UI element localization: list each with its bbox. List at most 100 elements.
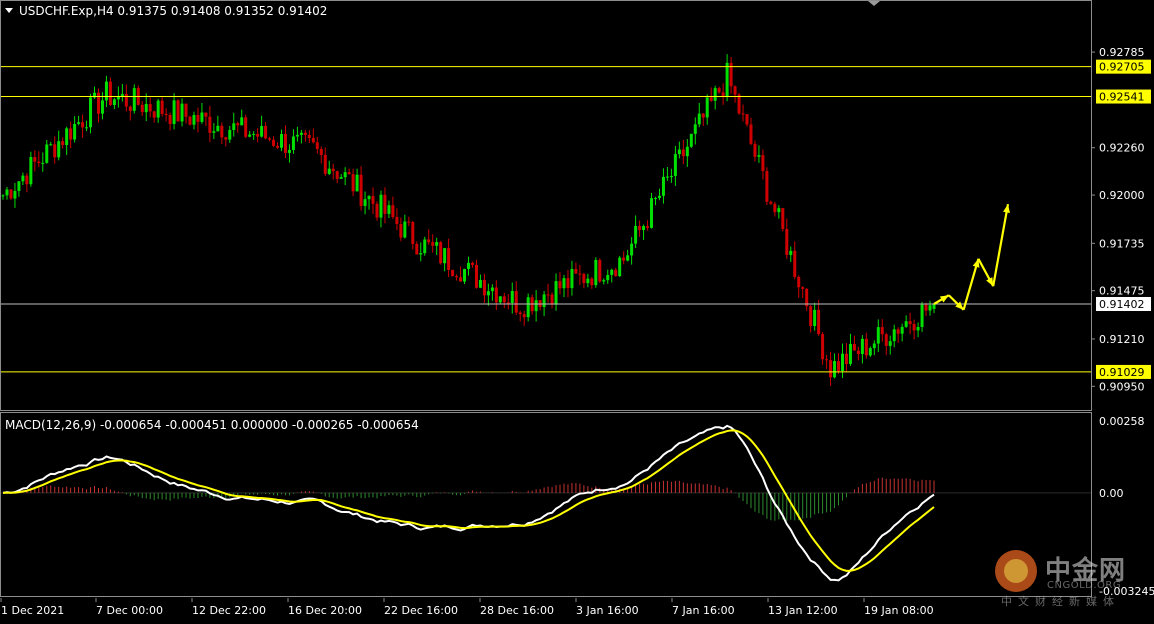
candle-body bbox=[653, 198, 657, 200]
candle-body bbox=[669, 175, 673, 177]
chart-menu-triangle-icon[interactable] bbox=[5, 8, 13, 13]
candle-body bbox=[363, 199, 367, 206]
candle-body bbox=[100, 100, 104, 114]
candle-body bbox=[283, 134, 287, 153]
price-tick-label: 0.91210 bbox=[1099, 333, 1145, 346]
candle-body bbox=[379, 194, 383, 218]
macd-tick-label: -0.003245 bbox=[1099, 585, 1154, 598]
candle-body bbox=[112, 99, 116, 106]
chart-root[interactable]: 0.92705 0.92541 0.91029 0.91402 0.92785 0.92… bbox=[0, 0, 1154, 620]
time-tick-label: 19 Jan 08:00 bbox=[864, 604, 934, 617]
candle-body bbox=[291, 136, 295, 150]
candle-body bbox=[49, 144, 53, 146]
candle-body bbox=[590, 278, 594, 286]
candle-body bbox=[89, 97, 93, 128]
candle-body bbox=[371, 196, 375, 204]
forecast-segment bbox=[992, 203, 1010, 287]
candle-body bbox=[769, 201, 773, 204]
candle-body bbox=[33, 157, 37, 162]
candle-body bbox=[518, 312, 522, 315]
chart-canvas[interactable]: 0.92705 0.92541 0.91029 0.91402 0.92785 0.92… bbox=[0, 0, 1154, 620]
candle-body bbox=[264, 126, 268, 139]
level-price-label: 0.91029 bbox=[1099, 366, 1145, 379]
candle-body bbox=[586, 278, 590, 284]
candle-body bbox=[896, 329, 900, 334]
time-tick-label: 7 Jan 16:00 bbox=[672, 604, 735, 617]
candle-body bbox=[490, 287, 494, 292]
candle-body bbox=[37, 161, 41, 163]
candle-body bbox=[272, 139, 276, 146]
candle-body bbox=[347, 172, 351, 175]
candle-body bbox=[77, 122, 81, 124]
candle-body bbox=[829, 360, 833, 378]
candle-body bbox=[578, 273, 582, 275]
candle-body bbox=[164, 113, 168, 116]
candle-body bbox=[439, 242, 443, 264]
candle-body bbox=[303, 132, 307, 135]
candle-body bbox=[395, 217, 399, 224]
candle-body bbox=[642, 226, 646, 230]
candle-body bbox=[785, 228, 789, 255]
candle-body bbox=[168, 115, 172, 124]
candle-body bbox=[81, 122, 85, 128]
candle-body bbox=[85, 127, 89, 129]
candle-body bbox=[610, 269, 614, 275]
candle-body bbox=[204, 112, 208, 117]
candle-body bbox=[598, 259, 602, 282]
time-tick-label: 28 Dec 16:00 bbox=[480, 604, 554, 617]
macd-header: MACD(12,26,9) -0.000654 -0.000451 0.0000… bbox=[5, 418, 419, 432]
candle-body bbox=[924, 304, 928, 311]
candle-body bbox=[411, 222, 415, 244]
candle-body bbox=[498, 296, 502, 303]
candle-body bbox=[681, 149, 685, 157]
candle-body bbox=[73, 123, 77, 140]
candle-body bbox=[745, 114, 749, 125]
candle-body bbox=[570, 269, 574, 289]
candle-body bbox=[626, 255, 630, 261]
candle-body bbox=[180, 103, 184, 122]
candle-body bbox=[713, 88, 717, 101]
candle-body bbox=[876, 327, 880, 344]
candle-body bbox=[864, 338, 868, 356]
candle-body bbox=[817, 309, 821, 335]
candle-body bbox=[9, 189, 13, 199]
time-tick-label: 16 Dec 20:00 bbox=[288, 604, 362, 617]
candle-body bbox=[17, 181, 21, 191]
candle-body bbox=[13, 190, 17, 199]
candle-body bbox=[200, 112, 204, 122]
candle-body bbox=[486, 291, 490, 296]
current-price-label: 0.91402 bbox=[1099, 298, 1145, 311]
candle-body bbox=[506, 302, 510, 304]
time-tick-label: 12 Dec 22:00 bbox=[192, 604, 266, 617]
candle-body bbox=[705, 97, 709, 118]
candle-body bbox=[721, 92, 725, 97]
candle-body bbox=[299, 132, 303, 135]
candle-body bbox=[343, 172, 347, 178]
candle-body bbox=[634, 225, 638, 244]
candle-body bbox=[236, 123, 240, 126]
candle-body bbox=[848, 343, 852, 364]
candle-body bbox=[928, 305, 932, 311]
candle-body bbox=[665, 176, 669, 178]
candle-body bbox=[188, 116, 192, 125]
candle-body bbox=[574, 269, 578, 274]
candle-body bbox=[717, 88, 721, 93]
candle-body bbox=[650, 198, 654, 228]
candle-body bbox=[840, 353, 844, 371]
candle-body bbox=[391, 205, 395, 218]
candle-body bbox=[689, 133, 693, 147]
candle-body bbox=[240, 117, 244, 126]
candle-body bbox=[423, 239, 427, 254]
candle-body bbox=[45, 144, 49, 163]
candle-body bbox=[260, 126, 264, 137]
price-tick-label: 0.90950 bbox=[1099, 380, 1145, 393]
candle-body bbox=[558, 281, 562, 289]
candle-body bbox=[833, 361, 837, 378]
candle-body bbox=[459, 277, 463, 282]
candle-body bbox=[287, 149, 291, 153]
candle-body bbox=[152, 111, 156, 118]
candle-body bbox=[172, 100, 176, 124]
candle-body bbox=[566, 278, 570, 289]
candle-body bbox=[447, 248, 451, 270]
candle-body bbox=[407, 221, 411, 223]
